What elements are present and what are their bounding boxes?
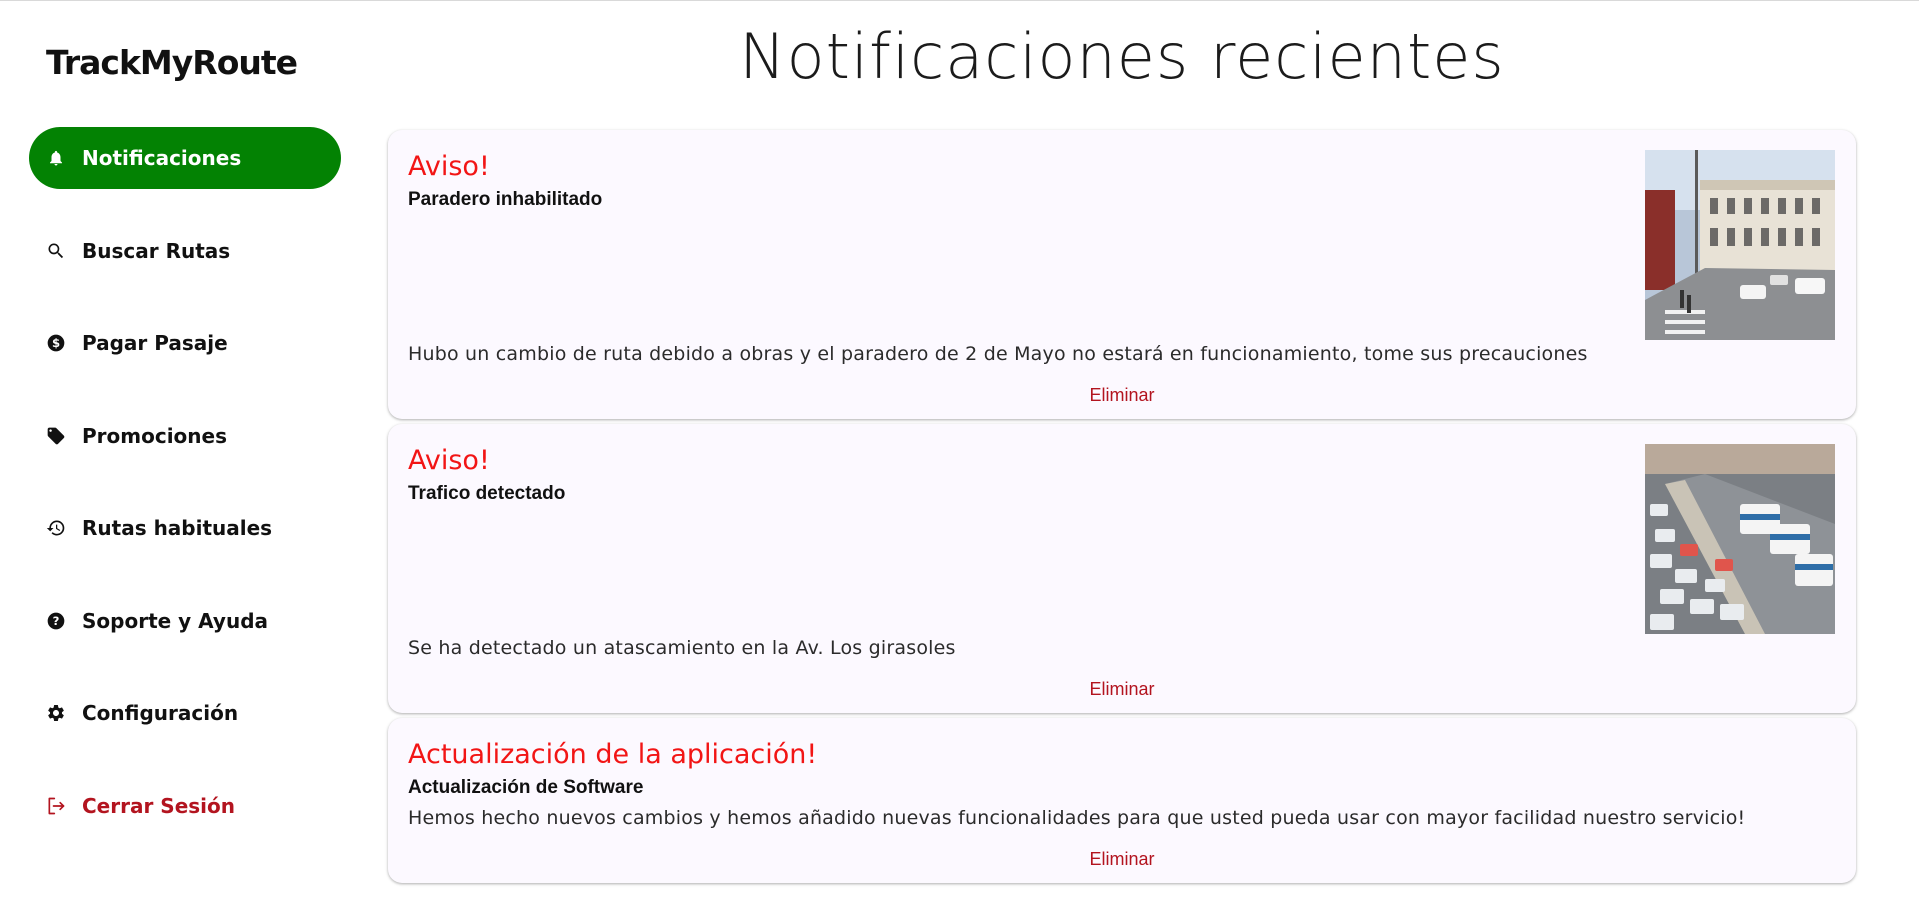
sidebar-item-soporte-ayuda[interactable]: ? Soporte y Ayuda [29, 590, 341, 652]
dollar-circle-icon: $ [45, 332, 67, 354]
sidebar-item-label: Buscar Rutas [82, 238, 231, 263]
notification-subtitle: Paradero inhabilitado [408, 189, 603, 210]
sidebar-item-label: Configuración [82, 701, 239, 725]
sidebar-item-label: Promociones [82, 423, 227, 448]
delete-button[interactable]: Eliminar [388, 385, 1856, 406]
street-photo [1645, 150, 1835, 340]
notification-card: Actualización de la aplicación! Actualiz… [388, 718, 1856, 883]
notification-text: Se ha detectado un atascamiento en la Av… [408, 637, 956, 659]
sidebar-item-label: Pagar Pasaje [82, 331, 228, 355]
sidebar-item-label: Notificaciones [82, 146, 242, 170]
sidebar-item-label: Cerrar Sesión [82, 793, 235, 818]
traffic-photo [1645, 444, 1835, 634]
sidebar-item-label: Rutas habituales [82, 516, 273, 540]
page-title: Notificaciones recientes [739, 20, 1505, 93]
logout-icon [45, 795, 67, 817]
notification-title: Aviso! [408, 445, 490, 476]
sidebar-item-cerrar-sesion[interactable]: Cerrar Sesión [29, 775, 341, 837]
app-logo: TrackMyRoute [46, 43, 298, 82]
notification-text: Hemos hecho nuevos cambios y hemos añadi… [408, 807, 1746, 829]
sidebar-item-pagar-pasaje[interactable]: $ Pagar Pasaje [29, 312, 341, 374]
bell-icon [45, 147, 67, 169]
notification-card: Aviso! Trafico detectado Se ha detectado… [388, 424, 1856, 713]
gear-icon [45, 702, 67, 724]
sidebar-item-promociones[interactable]: Promociones [29, 405, 341, 467]
svg-text:$: $ [52, 336, 60, 350]
delete-button[interactable]: Eliminar [388, 849, 1856, 870]
history-icon [45, 517, 67, 539]
sidebar-item-rutas-habituales[interactable]: Rutas habituales [29, 497, 341, 559]
svg-text:?: ? [53, 614, 60, 628]
notification-title: Aviso! [408, 151, 490, 182]
delete-button[interactable]: Eliminar [388, 679, 1856, 700]
sidebar-nav: Notificaciones Buscar Rutas $ Pagar Pasa… [29, 127, 341, 867]
sidebar-item-notificaciones[interactable]: Notificaciones [29, 127, 341, 189]
help-circle-icon: ? [45, 610, 67, 632]
sidebar-item-configuracion[interactable]: Configuración [29, 682, 341, 744]
sidebar-item-buscar-rutas[interactable]: Buscar Rutas [29, 220, 341, 282]
notification-subtitle: Trafico detectado [408, 483, 566, 504]
tag-icon [45, 425, 67, 447]
notification-title: Actualización de la aplicación! [408, 739, 818, 770]
notification-card: Aviso! Paradero inhabilitado Hubo un cam… [388, 130, 1856, 419]
notification-text: Hubo un cambio de ruta debido a obras y … [408, 343, 1588, 365]
sidebar-item-label: Soporte y Ayuda [82, 608, 269, 633]
search-icon [45, 240, 67, 262]
notification-subtitle: Actualización de Software [408, 777, 644, 798]
